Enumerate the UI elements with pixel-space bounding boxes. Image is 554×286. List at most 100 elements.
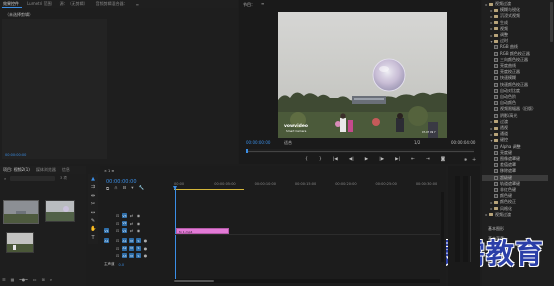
- hand-icon[interactable]: ✋: [90, 226, 96, 232]
- master-value[interactable]: 0.0: [119, 263, 125, 267]
- master-track: 主声道 0.0: [104, 262, 124, 267]
- razor-icon[interactable]: ✂: [90, 201, 96, 207]
- track-lock-icon[interactable]: ⊡: [115, 221, 120, 226]
- snap-icon[interactable]: ∩: [114, 186, 117, 192]
- overwrite-icon[interactable]: ⇥: [426, 157, 430, 162]
- track-target-a2[interactable]: A2: [122, 245, 127, 251]
- zoom-dropdown[interactable]: 1/2: [414, 140, 420, 145]
- track-target-v1[interactable]: V1: [122, 228, 127, 234]
- no-selection-label: （未选择剪辑）: [5, 12, 33, 17]
- sync-lock-icon[interactable]: ⇄: [129, 221, 134, 226]
- list-view-icon[interactable]: ☰: [2, 277, 6, 282]
- track-lock-icon[interactable]: ⊡: [115, 213, 120, 218]
- video-frame[interactable]: vowvideo Smart Camera 07-07 09 7: [278, 12, 447, 138]
- timeline-hscroll[interactable]: [174, 279, 440, 283]
- folder-icon: [494, 207, 498, 211]
- mark-out-icon[interactable]: }: [319, 157, 322, 162]
- mute-button[interactable]: M: [129, 245, 134, 251]
- new-item-icon[interactable]: ⊞: [41, 277, 44, 282]
- effects-item-label: RGB 曲线: [500, 44, 518, 50]
- track-lock-icon[interactable]: ⊡: [115, 228, 120, 233]
- step-back-icon[interactable]: ◀|: [349, 157, 354, 162]
- selection-tool-icon[interactable]: ▲: [90, 176, 96, 182]
- effect-icon: [494, 113, 498, 118]
- mute-button[interactable]: M: [129, 238, 134, 244]
- solo-button[interactable]: S: [136, 238, 141, 244]
- timeline-title[interactable]: × 1 ≡: [104, 169, 114, 173]
- new-bin-icon[interactable]: ▭: [33, 277, 37, 282]
- linked-selection-icon[interactable]: ⊟: [123, 186, 127, 192]
- timeline-hscroll-thumb[interactable]: [174, 280, 214, 282]
- nest-toggle-icon[interactable]: ⧉: [106, 186, 109, 192]
- eye-icon[interactable]: ◉: [136, 228, 141, 233]
- slip-icon[interactable]: ↔: [90, 210, 96, 216]
- microphone-icon[interactable]: ●: [143, 253, 148, 258]
- project-search-input[interactable]: [10, 176, 55, 181]
- sync-lock-icon[interactable]: ⇄: [129, 213, 134, 218]
- tab-info[interactable]: 信息: [62, 167, 70, 173]
- tab-lumetri-scopes[interactable]: Lumetri 范围: [27, 1, 52, 7]
- playhead-marker[interactable]: [246, 149, 248, 153]
- sync-lock-icon[interactable]: ⇄: [129, 228, 134, 233]
- effects-item-label: 阴影/高光: [500, 112, 518, 118]
- timeline-vscroll[interactable]: [441, 192, 444, 262]
- track-target-v2[interactable]: V2: [122, 220, 127, 226]
- scrub-bar[interactable]: [246, 149, 474, 153]
- microphone-icon[interactable]: ●: [143, 246, 148, 251]
- ripple-edit-icon[interactable]: ⇹: [90, 193, 96, 199]
- eye-icon[interactable]: ◉: [136, 221, 141, 226]
- fit-dropdown[interactable]: 适合: [284, 140, 292, 146]
- timeline-settings-icon[interactable]: 🔧: [139, 186, 145, 192]
- ruler-label: 00:00:30:00: [415, 182, 438, 186]
- track-lock-icon[interactable]: ⊡: [115, 253, 120, 258]
- eye-icon[interactable]: ◉: [136, 213, 141, 218]
- solo-button[interactable]: S: [136, 245, 141, 251]
- track-lock-icon[interactable]: ⊡: [115, 238, 120, 243]
- video-frame-image: [278, 12, 447, 138]
- track-select-icon[interactable]: ⇉: [90, 184, 96, 190]
- time-ruler[interactable]: 00:00 00:00:05:00 00:00:10:00 00:00:15:00 00…: [174, 180, 440, 192]
- project-thumb-2[interactable]: [45, 200, 75, 222]
- timeline-timecode[interactable]: 00:00:00:00: [106, 179, 137, 185]
- mark-in-icon[interactable]: {: [305, 157, 308, 162]
- solo-button[interactable]: S: [136, 253, 141, 259]
- zoom-slider-icon[interactable]: ━●━: [19, 277, 27, 282]
- track-target-v3[interactable]: V3: [122, 213, 127, 219]
- source-patch-a1[interactable]: A1: [104, 238, 109, 244]
- tab-audio-clip-mixer[interactable]: 音频剪辑混合器：: [96, 1, 128, 7]
- menu-icon[interactable]: ≡: [136, 2, 139, 7]
- tab-source[interactable]: 源：（无剪辑）: [60, 1, 88, 7]
- add-button-icon[interactable]: +: [472, 157, 476, 163]
- insert-icon[interactable]: ⇤: [411, 157, 415, 162]
- video-clip[interactable]: fx 1.mp4: [176, 228, 229, 234]
- program-menu-icon[interactable]: ≡: [261, 1, 264, 6]
- program-timecode-left[interactable]: 00:00:00:00: [246, 140, 270, 145]
- track-target-a1[interactable]: A1: [122, 238, 127, 244]
- project-thumb-3[interactable]: [6, 232, 34, 253]
- add-marker-icon[interactable]: ▾: [131, 186, 133, 192]
- pen-icon[interactable]: ✎: [90, 218, 96, 224]
- effects-scrollbar[interactable]: [550, 2, 553, 42]
- mute-button[interactable]: M: [129, 253, 134, 259]
- folder-icon: [494, 27, 498, 31]
- go-to-out-icon[interactable]: ▶|: [395, 157, 400, 162]
- project-thumb-1[interactable]: [3, 200, 39, 224]
- tab-project[interactable]: 项目: 视频2(1): [3, 167, 30, 173]
- project-search-icon[interactable]: ⌕: [4, 176, 6, 181]
- text-icon[interactable]: T: [90, 235, 96, 241]
- effects-folder[interactable]: ▸ 视频过渡: [482, 212, 548, 218]
- track-target-a3[interactable]: A3: [122, 253, 127, 259]
- track-lock-icon[interactable]: ⊡: [115, 246, 120, 251]
- icon-view-icon[interactable]: ▦: [11, 277, 15, 282]
- find-icon[interactable]: ⌕: [50, 277, 52, 282]
- settings-icon[interactable]: ✱: [464, 157, 467, 162]
- play-icon[interactable]: ▶: [365, 157, 368, 162]
- export-frame-icon[interactable]: ◙: [441, 157, 445, 162]
- effects-item-label: 轨道遮罩键: [500, 180, 520, 186]
- go-to-in-icon[interactable]: |◀: [333, 157, 338, 162]
- microphone-icon[interactable]: ●: [143, 238, 148, 243]
- tab-media-browser[interactable]: 媒体浏览器: [36, 167, 56, 173]
- source-patch-v1[interactable]: V1: [104, 228, 109, 234]
- work-area-bar[interactable]: [174, 189, 244, 190]
- step-forward-icon[interactable]: |▶: [379, 157, 384, 162]
